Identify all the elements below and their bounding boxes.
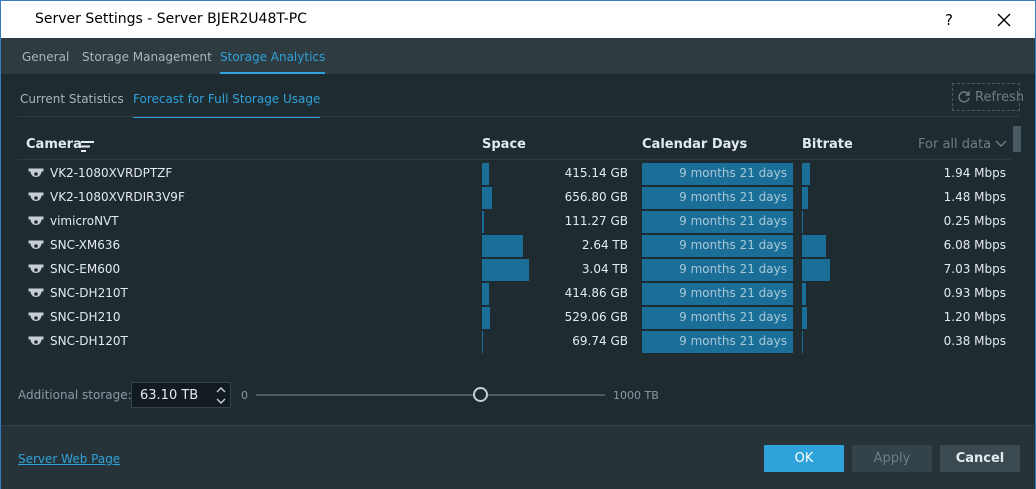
storage-slider-handle[interactable] [473, 387, 488, 402]
space-value: 3.04 TB [581, 262, 628, 276]
bitrate-value: 1.20 Mbps [943, 310, 1006, 324]
column-header-bitrate[interactable]: Bitrate [802, 137, 853, 152]
table-row[interactable]: VK2-1080XVRDIR3V9F 656.80 GB 9 months 21 d… [17, 186, 1011, 210]
data-scope-dropdown[interactable]: For all data [918, 137, 991, 152]
table-row[interactable]: SNC-EM600 3.04 TB 9 months 21 days 7.03 Mbp… [17, 258, 1011, 282]
additional-storage-value[interactable]: 63.10 TB [140, 388, 198, 403]
camera-name: VK2-1080XVRDIR3V9F [50, 190, 185, 204]
table-scrollbar[interactable] [1013, 126, 1021, 356]
bitrate-value: 0.38 Mbps [943, 334, 1006, 348]
refresh-label: Refresh [975, 90, 1025, 105]
calendar-days-value: 9 months 21 days [679, 310, 787, 324]
additional-storage-label: Additional storage: [18, 388, 132, 402]
table-row[interactable]: SNC-XM636 2.64 TB 9 months 21 days 6.08 Mbp… [17, 234, 1011, 258]
refresh-icon [958, 91, 970, 103]
column-header-calendar-days[interactable]: Calendar Days [642, 137, 747, 152]
calendar-days-value: 9 months 21 days [679, 238, 787, 252]
ok-button[interactable]: OK [764, 445, 844, 472]
cancel-button[interactable]: Cancel [940, 445, 1020, 472]
scrollbar-thumb[interactable] [1013, 126, 1021, 152]
dome-camera-icon [28, 192, 44, 201]
camera-name: SNC-DH120T [50, 334, 128, 348]
camera-name: SNC-EM600 [50, 262, 121, 276]
footer-bar: Server Web Page OK Apply Cancel [1, 425, 1035, 489]
dome-camera-icon [28, 312, 44, 321]
title-bar: Server Settings - Server BJER2U48T-PC ? [0, 0, 1036, 38]
dome-camera-icon [28, 336, 44, 345]
dialog-body: General Storage Management Storage Analy… [0, 38, 1036, 489]
dome-camera-icon [28, 264, 44, 273]
main-tabs: General Storage Management Storage Analy… [1, 38, 1035, 74]
calendar-days-value: 9 months 21 days [679, 262, 787, 276]
space-value: 69.74 GB [572, 334, 628, 348]
window-title: Server Settings - Server BJER2U48T-PC [35, 11, 307, 27]
camera-name: SNC-DH210 [50, 310, 121, 324]
additional-storage-spinbox[interactable]: 63.10 TB [131, 382, 231, 408]
tab-storage-management[interactable]: Storage Management [82, 50, 212, 74]
tab-general[interactable]: General [22, 50, 69, 74]
divider [17, 116, 1020, 117]
table-row[interactable]: vimicroNVT 111.27 GB 9 months 21 days 0.25 … [17, 210, 1011, 234]
sub-tabs: Current Statistics Forecast for Full Sto… [1, 74, 1035, 118]
camera-name: SNC-DH210T [50, 286, 128, 300]
bitrate-value: 7.03 Mbps [943, 262, 1006, 276]
space-value: 656.80 GB [564, 190, 628, 204]
calendar-days-value: 9 months 21 days [679, 334, 787, 348]
calendar-days-value: 9 months 21 days [679, 190, 787, 204]
calendar-days-value: 9 months 21 days [679, 286, 787, 300]
table-row[interactable]: SNC-DH120T 69.74 GB 9 months 21 days 0.38 M… [17, 330, 1011, 354]
bitrate-value: 6.08 Mbps [943, 238, 1006, 252]
space-value: 529.06 GB [564, 310, 628, 324]
bitrate-value: 1.94 Mbps [943, 166, 1006, 180]
spin-up-icon[interactable] [214, 385, 228, 395]
table-row[interactable]: SNC-DH210 529.06 GB 9 months 21 days 1.20 M… [17, 306, 1011, 330]
camera-name: vimicroNVT [50, 214, 119, 228]
header-divider [17, 159, 1011, 160]
table-row[interactable]: SNC-DH210T 414.86 GB 9 months 21 days 0.93 … [17, 282, 1011, 306]
help-button[interactable]: ? [939, 5, 959, 35]
column-header-camera[interactable]: Camera [26, 137, 82, 152]
space-value: 2.64 TB [581, 238, 628, 252]
bitrate-value: 1.48 Mbps [943, 190, 1006, 204]
refresh-button[interactable]: Refresh [952, 83, 1024, 111]
close-button[interactable] [993, 5, 1017, 35]
dome-camera-icon [28, 216, 44, 225]
table-row[interactable]: VK2-1080XVRDPTZF 415.14 GB 9 months 21 day… [17, 162, 1011, 186]
bitrate-value: 0.25 Mbps [943, 214, 1006, 228]
subtab-forecast[interactable]: Forecast for Full Storage Usage [133, 92, 321, 118]
space-value: 111.27 GB [564, 214, 628, 228]
space-value: 414.86 GB [564, 286, 628, 300]
camera-name: SNC-XM636 [50, 238, 121, 252]
column-header-space[interactable]: Space [482, 137, 526, 152]
bitrate-value: 0.93 Mbps [943, 286, 1006, 300]
slider-min-label: 0 [241, 389, 248, 402]
dome-camera-icon [28, 168, 44, 177]
dome-camera-icon [28, 240, 44, 249]
camera-name: VK2-1080XVRDPTZF [50, 166, 173, 180]
tab-storage-analytics[interactable]: Storage Analytics [220, 50, 326, 74]
storage-slider-track[interactable] [256, 394, 605, 396]
subtab-current-statistics[interactable]: Current Statistics [20, 92, 124, 118]
calendar-days-value: 9 months 21 days [679, 166, 787, 180]
close-icon [997, 13, 1011, 27]
chevron-down-icon[interactable] [995, 140, 1007, 148]
sort-icon[interactable] [81, 141, 95, 153]
slider-max-label: 1000 TB [613, 389, 659, 402]
server-web-page-link[interactable]: Server Web Page [18, 452, 120, 466]
spin-down-icon[interactable] [214, 396, 228, 406]
dome-camera-icon [28, 288, 44, 297]
space-value: 415.14 GB [564, 166, 628, 180]
apply-button[interactable]: Apply [852, 445, 932, 472]
calendar-days-value: 9 months 21 days [679, 214, 787, 228]
